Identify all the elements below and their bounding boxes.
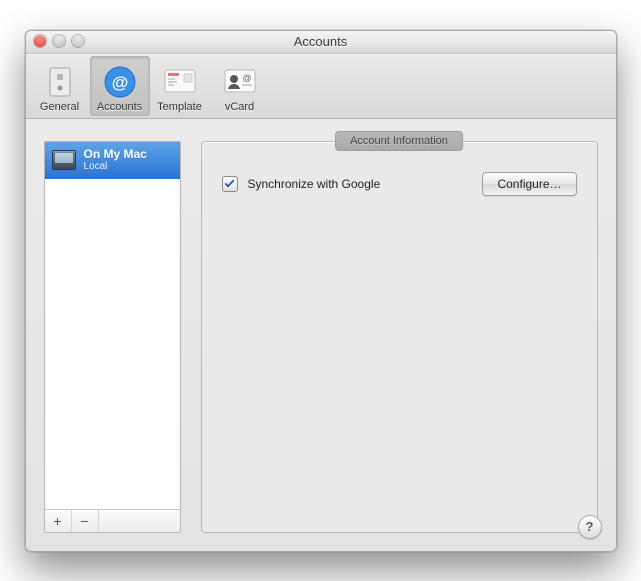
account-row[interactable]: On My Mac Local — [45, 142, 180, 179]
template-icon — [163, 65, 197, 99]
add-account-button[interactable]: + — [45, 510, 72, 532]
general-icon — [43, 65, 77, 99]
account-subtitle: Local — [84, 161, 147, 172]
group-title: Account Information — [335, 131, 463, 151]
tab-label: Template — [157, 101, 202, 113]
help-icon: ? — [586, 519, 594, 534]
toolbar: General @ Accounts — [26, 54, 616, 119]
tab-vcard[interactable]: @ vCard — [210, 56, 270, 116]
vcard-icon: @ — [223, 65, 257, 99]
help-button[interactable]: ? — [578, 515, 602, 539]
checkmark-icon — [224, 178, 235, 189]
configure-button-label: Configure… — [497, 177, 561, 191]
svg-text:@: @ — [111, 73, 128, 92]
titlebar: Accounts — [26, 31, 616, 54]
zoom-icon[interactable] — [72, 35, 84, 47]
configure-button[interactable]: Configure… — [482, 172, 576, 196]
tab-accounts[interactable]: @ Accounts — [90, 56, 150, 116]
svg-text:@: @ — [242, 73, 251, 83]
window-title: Accounts — [294, 34, 347, 49]
account-information-panel: Account Information Synchronize with Goo… — [201, 141, 598, 533]
preferences-window: Accounts General @ Accounts — [25, 30, 617, 552]
tab-label: General — [40, 101, 79, 113]
tab-general[interactable]: General — [30, 56, 90, 116]
minus-icon: − — [80, 513, 88, 529]
close-icon[interactable] — [34, 35, 46, 47]
imac-icon — [52, 150, 76, 170]
sidebar-footer: + − — [45, 509, 180, 532]
plus-icon: + — [53, 513, 61, 529]
content-area: On My Mac Local + − Account Information … — [26, 119, 616, 551]
sync-google-checkbox[interactable] — [222, 176, 238, 192]
account-name: On My Mac — [84, 148, 147, 161]
tab-template[interactable]: Template — [150, 56, 210, 116]
accounts-icon: @ — [103, 65, 137, 99]
tab-label: Accounts — [97, 101, 142, 113]
minimize-icon[interactable] — [53, 35, 65, 47]
sync-google-label: Synchronize with Google — [248, 177, 381, 191]
account-text: On My Mac Local — [84, 148, 147, 172]
tab-label: vCard — [225, 101, 254, 113]
remove-account-button[interactable]: − — [72, 510, 99, 532]
accounts-list: On My Mac Local — [45, 142, 180, 509]
sync-row: Synchronize with Google Configure… — [222, 172, 577, 196]
accounts-sidebar: On My Mac Local + − — [44, 141, 181, 533]
traffic-lights — [34, 35, 84, 47]
